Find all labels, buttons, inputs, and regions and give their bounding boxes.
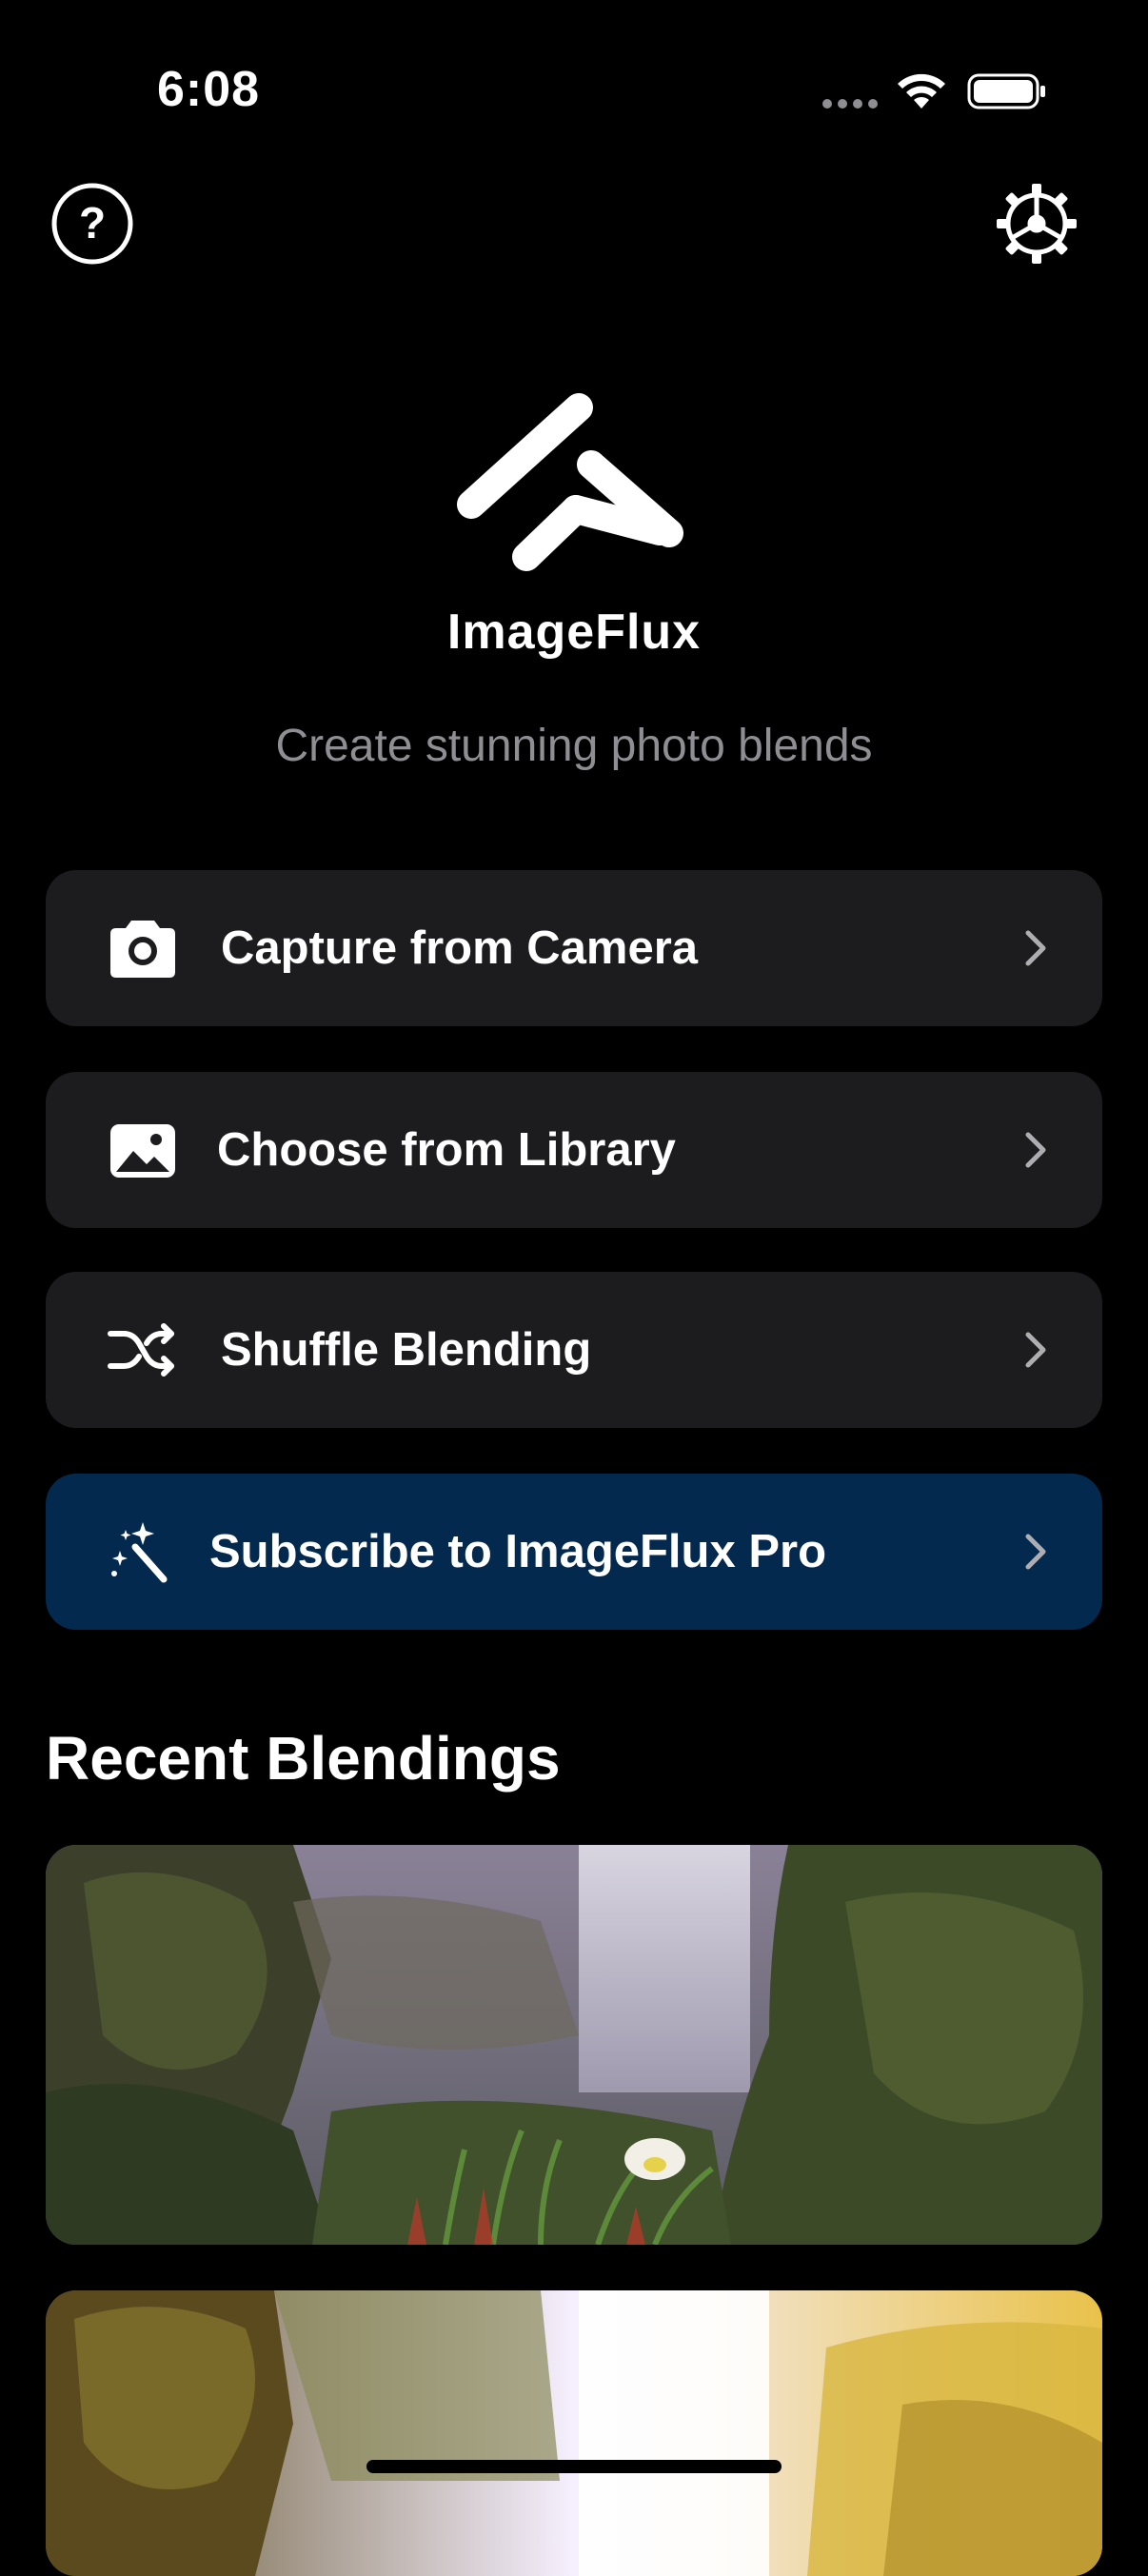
wifi-icon <box>898 73 945 109</box>
tagline: Create stunning photo blends <box>275 721 873 771</box>
row-label: Shuffle Blending <box>221 1324 592 1376</box>
blend-image <box>46 1845 1102 2245</box>
imageflux-logo-icon <box>457 393 683 571</box>
help-button[interactable]: ? <box>49 181 135 267</box>
shuffle-icon <box>108 1323 174 1377</box>
camera-icon <box>110 921 175 978</box>
recent-blendings-title: Recent Blendings <box>46 1724 561 1793</box>
settings-button[interactable] <box>994 181 1079 267</box>
battery-icon <box>967 73 1045 109</box>
row-label: Subscribe to ImageFlux Pro <box>209 1526 827 1577</box>
chevron-right-icon <box>1025 1132 1046 1168</box>
recent-blend-thumbnail[interactable] <box>46 2290 1102 2576</box>
capture-from-camera-button[interactable]: Capture from Camera <box>46 870 1102 1026</box>
app-name: ImageFlux <box>446 604 702 660</box>
blend-image <box>46 2290 1102 2576</box>
status-time: 6:08 <box>157 62 261 117</box>
help-circle-icon: ? <box>51 183 133 265</box>
choose-from-library-button[interactable]: Choose from Library <box>46 1072 1102 1228</box>
cellular-signal-icon <box>822 99 878 109</box>
subscribe-pro-button[interactable]: Subscribe to ImageFlux Pro <box>46 1474 1102 1630</box>
magic-wand-icon <box>111 1522 168 1583</box>
shuffle-blending-button[interactable]: Shuffle Blending <box>46 1272 1102 1428</box>
recent-blend-thumbnail[interactable] <box>46 1845 1102 2245</box>
svg-text:?: ? <box>79 198 106 248</box>
chevron-right-icon <box>1025 1534 1046 1570</box>
status-bar: 6:08 <box>0 0 1148 181</box>
app-logo: ImageFlux <box>0 381 1148 661</box>
chevron-right-icon <box>1025 930 1046 966</box>
home-indicator <box>366 2460 782 2473</box>
chevron-right-icon <box>1025 1332 1046 1368</box>
row-label: Capture from Camera <box>221 922 699 974</box>
gear-icon <box>997 184 1077 264</box>
photo-icon <box>110 1124 175 1178</box>
row-label: Choose from Library <box>217 1124 676 1176</box>
